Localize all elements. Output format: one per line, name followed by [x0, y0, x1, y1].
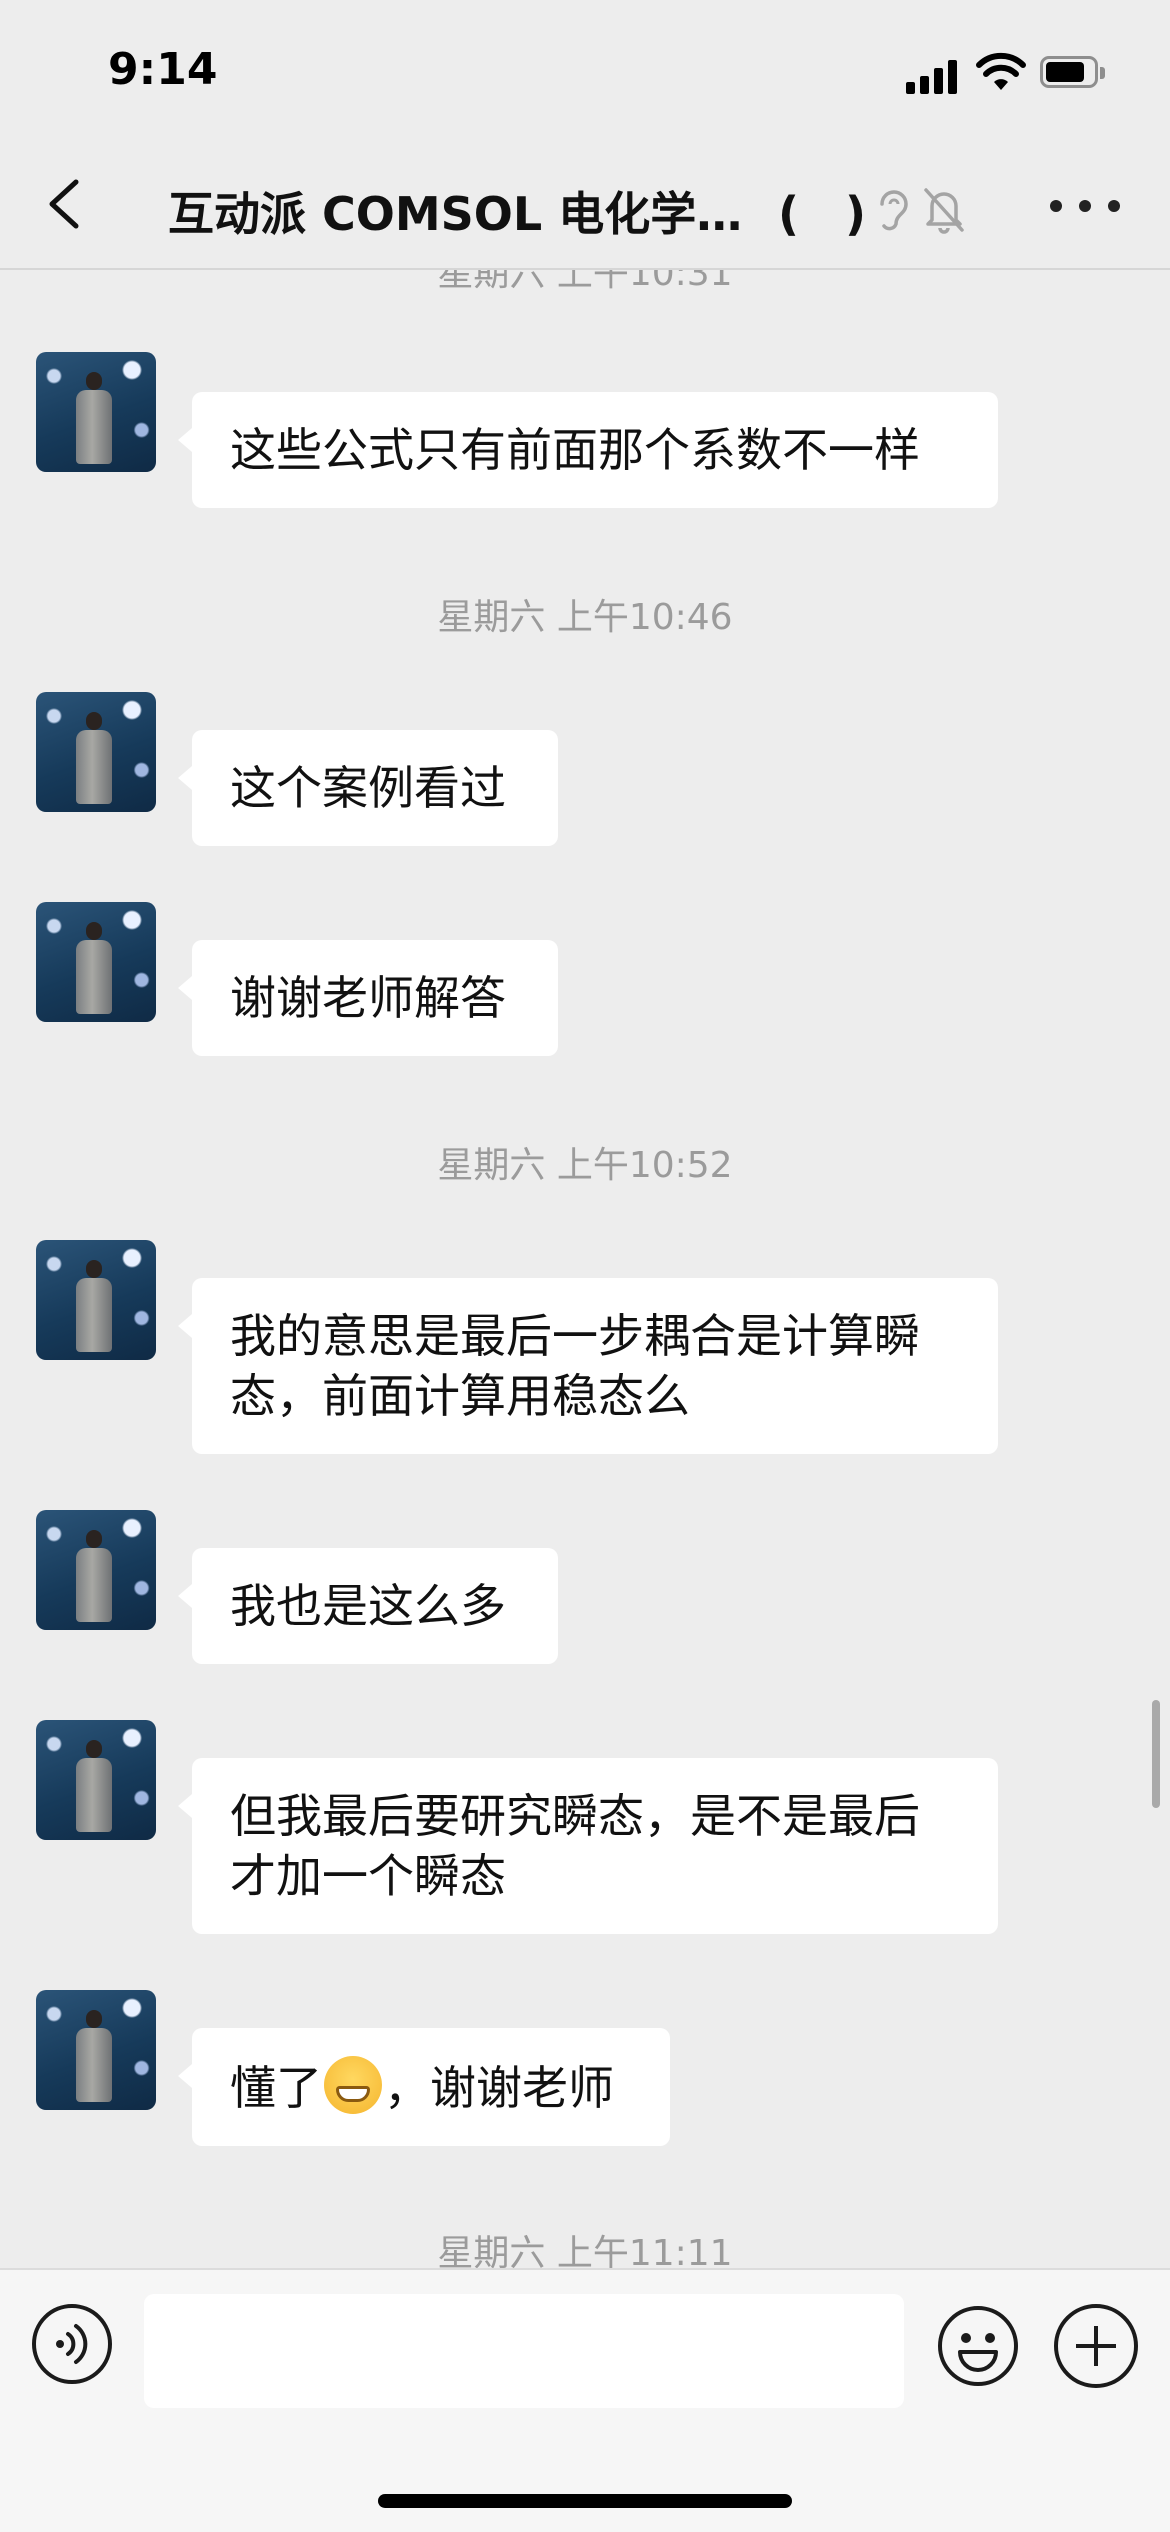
status-time: 9:14: [108, 44, 218, 95]
cellular-signal-icon: [906, 58, 960, 94]
message-bubble[interactable]: 这些公式只有前面那个系数不一样: [178, 392, 998, 508]
input-bar: [0, 2268, 1170, 2532]
more-options-button[interactable]: [1050, 200, 1120, 220]
emoji-button[interactable]: [936, 2304, 1020, 2388]
wifi-icon: [976, 52, 1026, 90]
mute-bell-icon: [924, 188, 964, 234]
message-bubble[interactable]: 懂了 ，谢谢老师: [178, 2028, 670, 2146]
ear-icon: [880, 190, 908, 231]
avatar[interactable]: [36, 902, 156, 1022]
voice-icon: [56, 2324, 88, 2364]
voice-input-button[interactable]: [32, 2304, 112, 2384]
avatar[interactable]: [36, 1720, 156, 1840]
message-bubble[interactable]: 我也是这么多: [178, 1548, 558, 1664]
scrollbar[interactable]: [1152, 1700, 1160, 1808]
grinning-face-emoji-icon: [324, 2056, 382, 2114]
message-input[interactable]: [144, 2294, 904, 2408]
message-bubble[interactable]: 我的意思是最后一步耦合是计算瞬态，前面计算用稳态么: [178, 1278, 998, 1454]
member-count: ( ): [778, 187, 867, 241]
message-bubble[interactable]: 但我最后要研究瞬态，是不是最后才加一个瞬态: [178, 1758, 998, 1934]
avatar[interactable]: [36, 1240, 156, 1360]
plus-button[interactable]: [1054, 2304, 1138, 2388]
avatar[interactable]: [36, 1510, 156, 1630]
status-bar: 9:14: [0, 0, 1170, 140]
avatar[interactable]: [36, 692, 156, 812]
avatar[interactable]: [36, 1990, 156, 2110]
message-text: 懂了: [230, 2061, 322, 2115]
back-chevron-icon[interactable]: [36, 174, 96, 234]
avatar[interactable]: [36, 352, 156, 472]
timestamp: 星期六 上午10:46: [437, 597, 733, 638]
battery-icon: [1040, 56, 1106, 90]
timestamp: 星期六 上午11:11: [437, 2233, 733, 2268]
message-bubble[interactable]: 这个案例看过: [178, 730, 558, 846]
message-text: ，谢谢老师: [384, 2061, 614, 2115]
message-bubble[interactable]: 谢谢老师解答: [178, 940, 558, 1056]
chat-header: 互动派 COMSOL 电化学… ( ): [0, 140, 1170, 270]
home-indicator: [378, 2494, 792, 2508]
timestamp: 星期六 上午10:31: [437, 270, 733, 294]
chat-title[interactable]: 互动派 COMSOL 电化学…: [168, 178, 742, 244]
timestamp: 星期六 上午10:52: [437, 1145, 733, 1186]
message-list[interactable]: 星期六 上午10:31 这些公式只有前面那个系数不一样 星期六 上午10:46 …: [0, 270, 1170, 2268]
